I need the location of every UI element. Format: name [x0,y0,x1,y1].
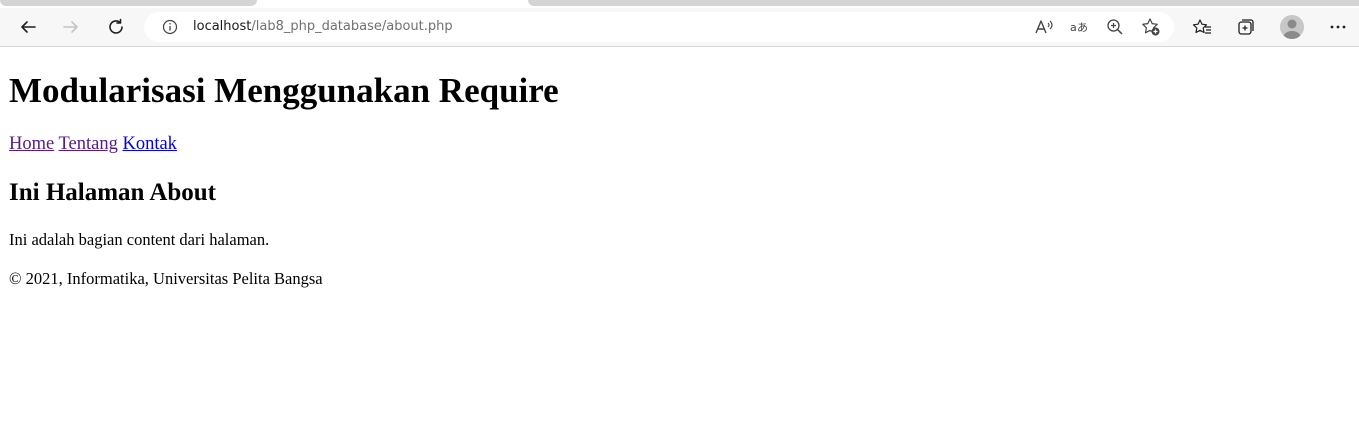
address-bar[interactable]: localhost/lab8_php_database/about.php aあ [144,12,1174,42]
url-host: localhost [193,19,252,34]
read-aloud-button[interactable] [1030,12,1058,42]
add-favorite-button[interactable] [1137,12,1165,42]
back-arrow-icon [21,21,36,33]
nav-link-home[interactable]: Home [9,134,54,154]
forward-button[interactable] [56,12,86,42]
nav-link-tentang[interactable]: Tentang [59,134,118,154]
site-nav: Home Tentang Kontak [9,134,177,154]
browser-tab-previous[interactable] [0,0,257,6]
refresh-icon [109,18,123,34]
browser-tab-next[interactable] [528,0,1359,6]
section-heading: Ini Halaman About [9,179,217,206]
url-path: /lab8_php_database/about.php [251,19,453,34]
refresh-button[interactable] [101,12,131,42]
favorites-icon [1192,19,1211,34]
profile-icon [1283,19,1301,39]
more-menu-icon [1330,25,1346,29]
zoom-button[interactable] [1101,12,1129,42]
content-text: Ini adalah bagian content dari halaman. [9,230,270,249]
profile-avatar[interactable] [1280,15,1304,39]
collections-button[interactable] [1231,12,1261,42]
back-button[interactable] [13,12,43,42]
url-text[interactable]: localhost/lab8_php_database/about.php [193,19,453,35]
page-title: Modularisasi Menggunakan Require [9,71,559,110]
forward-arrow-icon [63,21,78,33]
tab-strip [0,0,1359,8]
svg-text:a: a [1070,21,1077,34]
zoom-in-icon [1107,19,1123,35]
collections-icon [1238,19,1254,35]
favorites-button[interactable] [1187,12,1217,42]
svg-text:あ: あ [1077,21,1088,34]
read-aloud-icon [1035,20,1053,34]
browser-toolbar: localhost/lab8_php_database/about.php aあ [0,8,1359,47]
more-menu-button[interactable] [1323,12,1353,42]
nav-link-kontak[interactable]: Kontak [122,134,176,154]
footer-text: © 2021, Informatika, Universitas Pelita … [9,269,323,288]
translate-button[interactable]: aあ [1065,12,1093,42]
add-favorite-icon [1142,18,1160,36]
translate-icon: aあ [1070,21,1088,34]
info-icon[interactable] [162,19,178,35]
